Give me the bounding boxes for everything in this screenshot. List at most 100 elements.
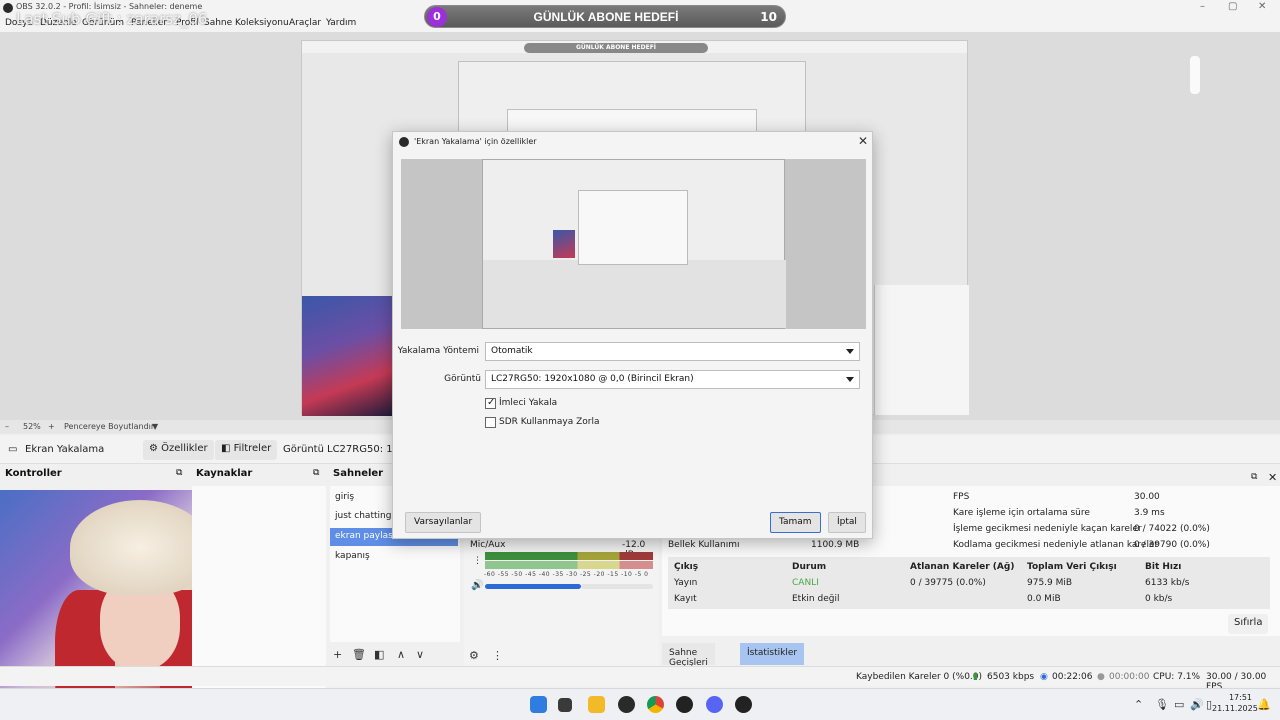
move-down-icon[interactable]: ∨ [416,648,424,661]
mixer-more-icon[interactable]: ⋮ [492,649,503,662]
dropped-frames: Kaybedilen Kareler 0 (%0.0) [856,672,983,682]
dialog-preview [401,159,866,329]
clock-date[interactable]: 21.11.2025 [1212,704,1258,713]
stat-label: Kare işleme için ortalama süre [953,508,1090,518]
dialog-close-icon[interactable]: ✕ [858,134,868,148]
volume-slider-fill[interactable] [485,584,581,589]
reset-stats-button[interactable]: Sıfırla [1228,614,1269,634]
chrome-icon[interactable] [647,696,664,713]
outputs-table: Çıkış Durum Atlanan Kareler (Ağ) Toplam … [668,557,1270,609]
meter-scale: -60 -55 -50 -45 -40 -35 -30 -25 -20 -15 … [484,571,649,578]
record-time: 00:00:00 [1109,672,1150,682]
dialog-titlebar: 'Ekran Yakalama' için özellikler ✕ [393,132,872,152]
obs-logo-icon [3,3,13,13]
scenes-toolbar: + 🗑 ◧ ∧ ∨ [330,644,460,666]
zoom-dropdown-icon[interactable]: ▼ [152,422,158,431]
goal-target-count: 10 [760,10,777,24]
minimize-button[interactable]: – [1200,1,1205,12]
inner-webcam [302,296,394,416]
tab-scene-transitions[interactable]: Sahne Geçişleri [662,643,715,668]
file-explorer-icon[interactable] [588,696,605,713]
task-view-icon[interactable] [558,698,572,712]
table-cell: Yayın [674,578,698,588]
stat-value: 0 / 74022 (0.0%) [1134,524,1210,534]
clock-time[interactable]: 17:51 [1222,693,1252,702]
close-window-button[interactable]: ✕ [1258,1,1266,12]
table-cell: 0 / 39775 (0.0%) [910,578,986,588]
network-icon[interactable]: ▭ [1174,698,1184,711]
menu-help[interactable]: Yardım [326,18,356,28]
speaker-icon[interactable]: 🔊 [471,580,483,591]
preview-cam [553,230,575,258]
cancel-button[interactable]: İptal [828,512,866,533]
zoom-plus-icon[interactable]: + [48,422,55,431]
menu-tools[interactable]: Araçlar [289,18,321,28]
microphone-icon[interactable]: 🎙 [1155,698,1169,711]
table-header: Atlanan Kareler (Ağ) [910,562,1015,572]
maximize-button[interactable]: ▢ [1228,1,1237,12]
goal-label: GÜNLÜK ABONE HEDEFİ [533,10,679,24]
capture-cursor-checkbox[interactable] [485,397,496,409]
remove-scene-icon[interactable]: 🗑 [352,648,366,661]
controls-dock-title: Kontroller [5,468,62,479]
obs-taskbar-icon[interactable] [618,696,635,713]
discord-icon[interactable] [706,696,723,713]
table-cell: 6133 kb/s [1145,578,1190,588]
scene-item[interactable]: kapanış [330,548,458,566]
stat-label: FPS [953,492,970,502]
capture-cursor-label: İmleci Yakala [499,398,558,408]
menu-scene-collection[interactable]: Sahne Koleksiyonu [204,18,289,28]
start-icon[interactable] [530,696,547,713]
stats-float-icon[interactable]: ⧉ [1251,472,1257,482]
selected-source-name: Ekran Yakalama [25,444,105,455]
table-cell: 0.0 MiB [1027,594,1061,604]
audio-meter [485,552,653,560]
capture-method-value: Otomatik [491,346,533,356]
fur-hat [70,500,210,595]
scenes-dock-title: Sahneler [333,468,384,479]
last-sub-overlay-text: Last Sub Gift : zararsz_06 [16,10,208,28]
properties-label: Özellikler [161,443,208,454]
sources-dock-float-icon[interactable]: ⧉ [313,468,319,485]
obs-logo-icon [399,137,409,147]
capture-method-select[interactable]: Otomatik [485,342,860,361]
memory-value: 1100.9 MB [811,540,860,550]
move-up-icon[interactable]: ∧ [397,648,405,661]
mixer-settings-icon[interactable]: ⚙ [469,649,479,662]
ok-button[interactable]: Tamam [770,512,821,533]
dropdown-arrow-icon [846,349,854,354]
cpu-usage: CPU: 7.1% [1153,672,1201,682]
live-status: CANLI [792,578,819,588]
bitrate: 6503 kbps [987,672,1035,682]
app-g-icon[interactable] [676,696,693,713]
zoom-level: 52% [23,422,41,431]
filters-button[interactable]: ◧ Filtreler [215,440,278,460]
properties-button[interactable]: ⚙ Özellikler [143,440,214,460]
notification-icon[interactable]: 🔔 [1257,698,1271,711]
memory-label: Bellek Kullanımı [668,540,740,550]
scene-filters-icon[interactable]: ◧ [374,648,384,661]
force-sdr-checkbox[interactable] [485,417,496,428]
display-select[interactable]: LC27RG50: 1920x1080 @ 0,0 (Birincil Ekra… [485,370,860,389]
table-header: Toplam Veri Çıkışı [1027,562,1117,572]
zoom-minus-icon[interactable]: – [5,422,9,431]
live-time: 00:22:06 [1052,672,1093,682]
tab-statistics[interactable]: İstatistikler [740,643,805,665]
volume-icon[interactable]: 🔊 [1190,698,1204,711]
preview-scrollbar[interactable] [1190,56,1200,94]
tray-expand-icon[interactable]: ⌃ [1134,698,1143,711]
stats-close-icon[interactable]: ✕ [1268,471,1277,484]
add-scene-icon[interactable]: + [333,648,342,661]
filters-label: Filtreler [233,443,272,454]
volume-slider-track[interactable] [581,584,653,589]
audio-meter-peak [485,561,653,569]
controls-dock-float-icon[interactable]: ⧉ [176,468,182,485]
table-cell: Etkin değil [792,594,840,604]
windows-taskbar: ⌃ 🎙 ▭ 🔊 ▯ 17:51 21.11.2025 🔔 [0,688,1280,720]
zoom-mode[interactable]: Pencereye Boyutlandır [64,422,154,431]
mixer-menu-icon[interactable]: ⋮ [473,556,482,566]
capture-method-label: Yakalama Yöntemi [397,346,479,356]
defaults-button[interactable]: Varsayılanlar [405,512,482,533]
stat-label: Kodlama gecikmesi nedeniyle atlanan kare… [953,540,1159,550]
app-g2-icon[interactable] [735,696,752,713]
